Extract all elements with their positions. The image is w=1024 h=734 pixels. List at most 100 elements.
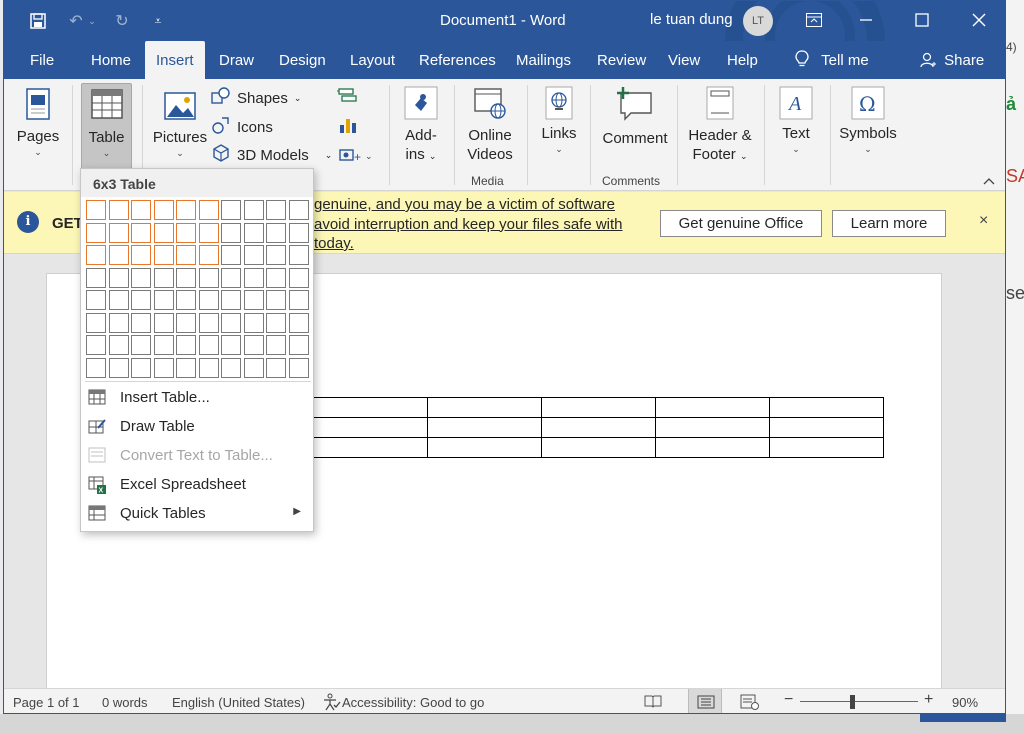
grid-cell[interactable] bbox=[198, 335, 219, 355]
grid-cell[interactable] bbox=[176, 312, 196, 333]
table-cell[interactable] bbox=[769, 417, 884, 438]
table-button[interactable]: Table ⌄ bbox=[81, 83, 132, 169]
grid-cell[interactable] bbox=[288, 200, 309, 220]
table-cell[interactable] bbox=[541, 417, 656, 438]
grid-cell[interactable] bbox=[288, 245, 309, 265]
grid-cell[interactable] bbox=[288, 335, 309, 355]
user-name[interactable]: le tuan dung bbox=[650, 11, 733, 28]
table-cell[interactable] bbox=[655, 397, 770, 418]
tab-insert[interactable]: Insert bbox=[145, 41, 205, 79]
grid-cell[interactable] bbox=[198, 290, 219, 310]
screenshot-icon[interactable]: + ⌄ bbox=[338, 145, 374, 166]
grid-cell[interactable] bbox=[266, 312, 286, 333]
grid-cell[interactable] bbox=[221, 290, 241, 310]
menu-excel-spreadsheet[interactable]: X Excel Spreadsheet bbox=[81, 470, 313, 499]
table-cell[interactable] bbox=[541, 397, 656, 418]
chart-icon[interactable] bbox=[338, 115, 358, 138]
tab-review[interactable]: Review bbox=[586, 41, 657, 79]
tab-file[interactable]: File bbox=[19, 41, 65, 79]
tab-home[interactable]: Home bbox=[80, 41, 142, 79]
grid-cell[interactable] bbox=[221, 200, 241, 220]
table-cell[interactable] bbox=[313, 437, 428, 458]
grid-cell[interactable] bbox=[108, 290, 129, 310]
grid-cell[interactable] bbox=[288, 267, 309, 288]
grid-cell[interactable] bbox=[243, 267, 264, 288]
grid-cell[interactable] bbox=[176, 222, 196, 243]
collapse-ribbon-icon[interactable] bbox=[982, 175, 996, 189]
grid-cell[interactable] bbox=[153, 222, 174, 243]
table-cell[interactable] bbox=[427, 417, 542, 438]
ribbon-display-options-icon[interactable] bbox=[794, 5, 834, 35]
grid-cell[interactable] bbox=[288, 312, 309, 333]
share-button[interactable]: Share bbox=[909, 41, 995, 79]
online-videos-button[interactable]: Online Videos bbox=[461, 85, 519, 165]
grid-cell[interactable] bbox=[221, 222, 241, 243]
comment-button[interactable]: Comment bbox=[598, 85, 672, 165]
grid-cell[interactable] bbox=[221, 267, 241, 288]
zoom-slider-thumb[interactable] bbox=[850, 695, 855, 709]
grid-cell[interactable] bbox=[108, 357, 129, 378]
grid-cell[interactable] bbox=[131, 245, 151, 265]
grid-cell[interactable] bbox=[153, 200, 174, 220]
addins-button[interactable]: Add- ins ⌄ bbox=[397, 85, 445, 165]
grid-cell[interactable] bbox=[288, 357, 309, 378]
zoom-in-icon[interactable]: + bbox=[924, 691, 933, 709]
grid-cell[interactable] bbox=[131, 335, 151, 355]
table-cell[interactable] bbox=[769, 437, 884, 458]
grid-cell[interactable] bbox=[131, 267, 151, 288]
grid-cell[interactable] bbox=[108, 222, 129, 243]
grid-cell[interactable] bbox=[153, 290, 174, 310]
word-count[interactable]: 0 words bbox=[102, 695, 148, 710]
grid-cell[interactable] bbox=[198, 245, 219, 265]
grid-cell[interactable] bbox=[198, 267, 219, 288]
menu-quick-tables[interactable]: Quick Tables ▶ bbox=[81, 499, 313, 528]
tab-layout[interactable]: Layout bbox=[339, 41, 406, 79]
grid-cell[interactable] bbox=[176, 267, 196, 288]
links-button[interactable]: Links ⌄ bbox=[535, 85, 583, 165]
grid-cell[interactable] bbox=[153, 312, 174, 333]
grid-cell[interactable] bbox=[176, 245, 196, 265]
header-footer-button[interactable]: Header & Footer ⌄ bbox=[684, 85, 756, 165]
get-genuine-office-button[interactable]: Get genuine Office bbox=[660, 210, 822, 237]
grid-cell[interactable] bbox=[266, 290, 286, 310]
table-cell[interactable] bbox=[313, 417, 428, 438]
grid-cell[interactable] bbox=[243, 290, 264, 310]
text-button[interactable]: A Text ⌄ bbox=[772, 85, 820, 165]
grid-cell[interactable] bbox=[243, 357, 264, 378]
grid-cell[interactable] bbox=[221, 357, 241, 378]
grid-cell[interactable] bbox=[266, 357, 286, 378]
grid-cell[interactable] bbox=[108, 200, 129, 220]
grid-cell[interactable] bbox=[243, 312, 264, 333]
grid-cell[interactable] bbox=[176, 290, 196, 310]
grid-cell[interactable] bbox=[176, 335, 196, 355]
tab-draw[interactable]: Draw bbox=[208, 41, 265, 79]
grid-cell[interactable] bbox=[86, 312, 106, 333]
table-cell[interactable] bbox=[427, 397, 542, 418]
table-cell[interactable] bbox=[769, 397, 884, 418]
read-mode-icon[interactable] bbox=[644, 694, 662, 711]
grid-cell[interactable] bbox=[153, 335, 174, 355]
language-status[interactable]: English (United States) bbox=[172, 695, 305, 710]
grid-cell[interactable] bbox=[288, 222, 309, 243]
grid-cell[interactable] bbox=[131, 312, 151, 333]
grid-cell[interactable] bbox=[221, 312, 241, 333]
infobar-message[interactable]: genuine, and you may be a victim of soft… bbox=[314, 195, 644, 254]
grid-cell[interactable] bbox=[266, 267, 286, 288]
table-cell[interactable] bbox=[541, 437, 656, 458]
print-layout-icon[interactable] bbox=[688, 689, 722, 713]
table-cell[interactable] bbox=[655, 437, 770, 458]
grid-cell[interactable] bbox=[243, 335, 264, 355]
avatar[interactable]: LT bbox=[743, 6, 773, 36]
table-cell[interactable] bbox=[313, 397, 428, 418]
grid-cell[interactable] bbox=[243, 245, 264, 265]
grid-cell[interactable] bbox=[86, 335, 106, 355]
3d-models-button[interactable]: 3D Models ⌄ bbox=[211, 143, 332, 167]
tab-mailings[interactable]: Mailings bbox=[505, 41, 582, 79]
grid-cell[interactable] bbox=[243, 200, 264, 220]
grid-cell[interactable] bbox=[108, 245, 129, 265]
undo-icon[interactable]: ↶ bbox=[64, 9, 88, 33]
grid-cell[interactable] bbox=[86, 245, 106, 265]
customize-qat-icon[interactable]: ⩡ bbox=[146, 9, 170, 33]
grid-cell[interactable] bbox=[288, 290, 309, 310]
undo-dropdown-icon[interactable]: ⌄ bbox=[86, 9, 98, 33]
